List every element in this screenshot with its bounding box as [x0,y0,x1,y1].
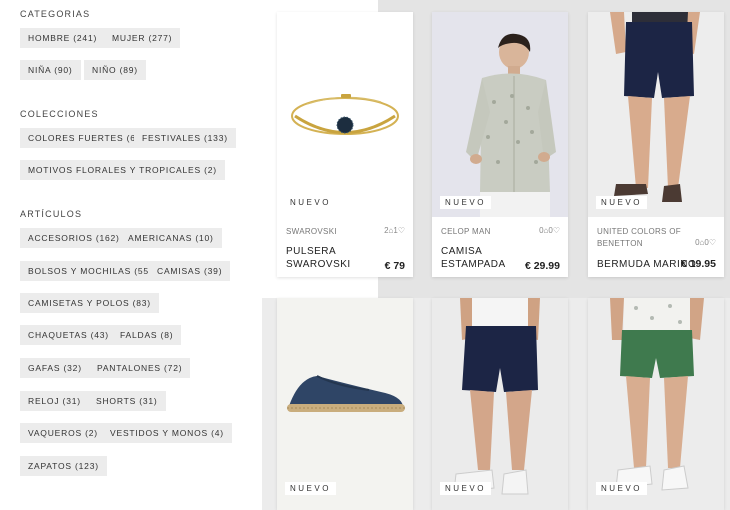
product-card[interactable]: NUEVO SWAROVSKI 2⌂1♡ PULSERA SWAROVSKI €… [277,12,413,277]
filter-chip-colores-fuertes[interactable]: COLORES FUERTES (6) [20,128,148,148]
filter-chip-mujer[interactable]: MUJER (277) [104,28,181,48]
filter-chip-festivales[interactable]: FESTIVALES (133) [134,128,236,148]
colecciones-title: COLECCIONES [20,109,99,119]
product-brand-line1: UNITED COLORS OF [597,227,681,236]
filter-chip-vaqueros[interactable]: VAQUEROS (2) [20,423,106,443]
new-badge: NUEVO [596,196,647,209]
filter-chip-motivos-florales[interactable]: MOTIVOS FLORALES Y TROPICALES (2) [20,160,225,180]
filter-chip-vestidos[interactable]: VESTIDOS Y MONOS (4) [102,423,232,443]
product-counts[interactable]: 0⌂0♡ [695,238,716,247]
filter-chip-hombre[interactable]: HOMBRE (241) [20,28,106,48]
product-name-line2: SWAROVSKI [286,259,351,270]
filter-chip-camisas[interactable]: CAMISAS (39) [149,261,231,281]
product-card[interactable]: NUEVO UNITED COLORS OF BENETTON 0⌂0♡ BER… [588,12,724,277]
articulos-title: ARTÍCULOS [20,209,83,219]
product-image-bermuda[interactable] [588,12,724,217]
product-image-green-shorts[interactable] [588,298,724,510]
product-card[interactable]: NUEVO CELOP MAN 0⌂0♡ CAMISA ESTAMPADA € … [432,12,568,277]
filter-chip-gafas[interactable]: GAFAS (32) [20,358,90,378]
product-price: € 79 [384,260,405,272]
product-name-line1: PULSERA [286,246,337,257]
filter-chip-americanas[interactable]: AMERICANAS (10) [120,228,222,248]
product-brand: CELOP MAN [441,227,491,236]
categorias-title: CATEGORIAS [20,9,91,19]
product-image-navy-shorts[interactable] [432,298,568,510]
filter-chip-accesorios[interactable]: ACCESORIOS (162) [20,228,128,248]
product-price: € 19.95 [680,258,716,270]
product-image-shirt[interactable] [432,12,568,217]
product-price: € 29.99 [524,260,560,272]
product-brand-line2: BENETTON [597,239,643,248]
product-image-bracelet[interactable] [277,12,413,217]
new-badge: NUEVO [285,482,336,495]
product-card[interactable]: NUEVO [432,298,568,510]
filter-chip-nino[interactable]: NIÑO (89) [84,60,146,80]
product-name-line2: ESTAMPADA [441,259,506,270]
new-badge: NUEVO [440,482,491,495]
new-badge: NUEVO [440,196,491,209]
filter-chip-chaquetas[interactable]: CHAQUETAS (43) [20,325,117,345]
filter-chip-reloj[interactable]: RELOJ (31) [20,391,89,411]
product-counts[interactable]: 0⌂0♡ [539,226,560,235]
filter-chip-pantalones[interactable]: PANTALONES (72) [89,358,191,378]
filter-chip-shorts[interactable]: SHORTS (31) [88,391,166,411]
filter-chip-camisetas[interactable]: CAMISETAS Y POLOS (83) [20,293,159,313]
new-badge: NUEVO [596,482,647,495]
product-name-line1: CAMISA [441,246,483,257]
filter-chip-zapatos[interactable]: ZAPATOS (123) [20,456,107,476]
product-image-espadrille[interactable] [277,298,413,510]
product-brand: SWAROVSKI [286,227,337,236]
filter-chip-faldas[interactable]: FALDAS (8) [112,325,182,345]
product-card[interactable]: NUEVO [277,298,413,510]
filter-chip-bolsos[interactable]: BOLSOS Y MOCHILAS (55) [20,261,161,281]
product-counts[interactable]: 2⌂1♡ [384,226,405,235]
filter-chip-nina[interactable]: NIÑA (90) [20,60,81,80]
product-card[interactable]: NUEVO [588,298,724,510]
new-badge: NUEVO [285,196,336,209]
